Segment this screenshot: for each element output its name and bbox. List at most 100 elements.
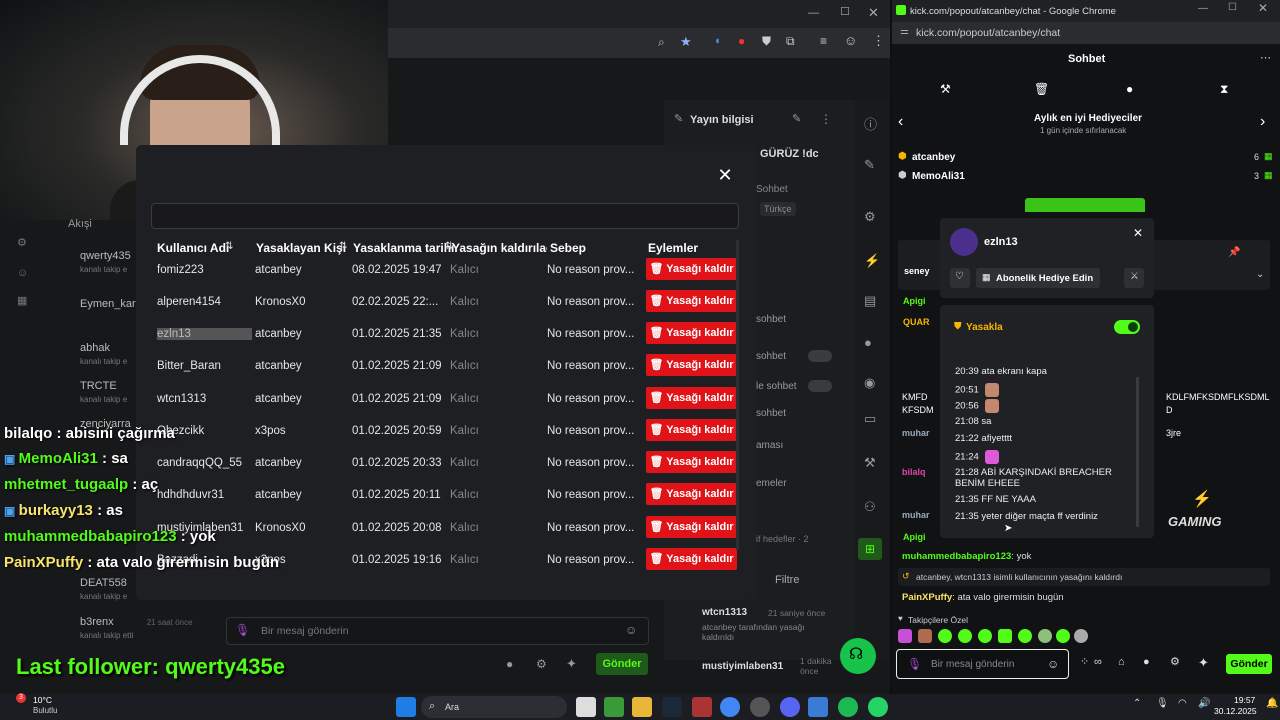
chat-bubble-icon[interactable]: ●	[506, 658, 513, 670]
follower-item[interactable]: b3renx 21 saat önce kanalı takip etti	[80, 616, 210, 640]
sort-icon[interactable]: ⇅	[225, 242, 233, 252]
unban-button[interactable]: 🗑 Yasağı kaldır	[646, 258, 737, 280]
col-header-username[interactable]: Kullanıcı Adı	[157, 241, 229, 255]
puzzle-icon[interactable]: ✦	[566, 657, 577, 670]
green-action-icon[interactable]: ⊞	[858, 538, 882, 560]
infinity-icon[interactable]: ∞	[1094, 657, 1102, 668]
puzzle-icon[interactable]: ✦	[1198, 656, 1209, 669]
unban-button[interactable]: 🗑 Yasağı kaldır	[646, 516, 737, 538]
follow-button[interactable]: ♡	[950, 268, 970, 288]
tv-icon[interactable]: ▭	[864, 412, 876, 425]
unban-button[interactable]: 🗑 Yasağı kaldır	[646, 290, 737, 312]
edit-icon[interactable]: ✎	[864, 158, 875, 171]
cell-user[interactable]: ezln13	[157, 328, 252, 340]
shield-icon[interactable]: ⛊	[762, 35, 771, 47]
modal-search-input[interactable]	[151, 203, 739, 229]
maximize-icon[interactable]: ☐	[840, 7, 850, 18]
obs-icon[interactable]	[750, 697, 770, 717]
col-header-banned-by[interactable]: Yasaklayan Kişi	[256, 241, 346, 255]
chevron-up-icon[interactable]: ⌃	[1133, 699, 1141, 709]
popup-username[interactable]: ezln13	[984, 236, 1018, 248]
gear-icon[interactable]: ⚙	[536, 658, 547, 670]
menu-icon[interactable]: ⋮	[872, 34, 885, 47]
weather-temp[interactable]: 10°C	[33, 695, 52, 705]
gifter-name[interactable]: atcanbey	[912, 152, 955, 163]
gifter-name[interactable]: MemoAli31	[912, 171, 965, 182]
steam-icon[interactable]	[662, 697, 682, 717]
emote-icon[interactable]	[1038, 629, 1052, 643]
chat-username[interactable]: PainXPuffy	[902, 592, 952, 603]
bolt-icon[interactable]: ⚡	[864, 254, 880, 267]
volume-icon[interactable]: 🔊	[1198, 699, 1210, 709]
whatsapp-icon[interactable]	[868, 697, 888, 717]
emote-icon[interactable]	[978, 629, 992, 643]
settings-icon[interactable]: ⚙	[864, 210, 876, 223]
sidebar-icon-1[interactable]: ⚙	[17, 238, 27, 249]
chevron-left-icon[interactable]: ‹	[898, 114, 903, 130]
extension-icon-2[interactable]: ●	[738, 35, 745, 47]
emote-icon[interactable]	[1018, 629, 1032, 643]
site-info-icon[interactable]: ⚌	[900, 27, 909, 37]
doc-icon[interactable]: ▤	[864, 294, 876, 307]
emote-icon[interactable]	[958, 629, 972, 643]
discord-icon[interactable]	[780, 697, 800, 717]
unban-button[interactable]: 🗑 Yasağı kaldır	[646, 451, 737, 473]
playlist-icon[interactable]: ≡	[820, 35, 827, 47]
broadcast-icon[interactable]: ◉	[864, 376, 875, 389]
clock-time[interactable]: 19:57	[1234, 695, 1255, 705]
dashboard-message-input[interactable]: Bir mesaj gönderin 🎙 ☺	[226, 617, 649, 645]
chevron-right-icon[interactable]: ›	[1260, 114, 1265, 130]
sort-icon[interactable]: ⇅	[339, 242, 347, 252]
file-explorer-icon[interactable]	[632, 697, 652, 717]
cell-user[interactable]: candraqqQQ_55	[157, 457, 252, 469]
puzzle-icon[interactable]: ⧉	[786, 35, 795, 47]
taskbar-search[interactable]: ⌕ Ara	[421, 696, 567, 718]
green-banner[interactable]	[1025, 198, 1145, 212]
filter-button[interactable]: Filtre	[775, 574, 799, 586]
modal-close-icon[interactable]: ✕	[716, 166, 734, 184]
windows-start-icon[interactable]	[396, 697, 416, 717]
more-icon[interactable]: ⋮	[820, 113, 832, 125]
sidebar-icon-3[interactable]: ▦	[17, 296, 27, 307]
unban-button[interactable]: 🗑 Yasağı kaldır	[646, 387, 737, 409]
mic-icon[interactable]: 🎙	[907, 658, 922, 670]
chevron-down-icon[interactable]: ⌄	[1256, 270, 1264, 280]
sidebar-icon-2[interactable]: ☺	[17, 268, 28, 279]
chat-send-button[interactable]: Gönder	[1226, 654, 1272, 674]
store-icon[interactable]: ⌂	[1118, 657, 1125, 668]
spotify-icon[interactable]	[838, 697, 858, 717]
emote-icon[interactable]	[918, 629, 932, 643]
edit-icon[interactable]: ✎	[792, 114, 801, 125]
emote-icon[interactable]	[1074, 629, 1088, 643]
zoom-icon[interactable]: ⌕	[658, 36, 665, 48]
toggle-switch[interactable]	[808, 350, 832, 362]
close-icon[interactable]: ✕	[868, 6, 879, 19]
unban-button[interactable]: 🗑 Yasağı kaldır	[646, 354, 737, 376]
cell-user[interactable]: hdhdhduvr31	[157, 489, 252, 501]
cell-user[interactable]: alperen4154	[157, 296, 252, 308]
unban-button[interactable]: 🗑 Yasağı kaldır	[646, 548, 737, 570]
trash-icon[interactable]: 🗑	[1034, 83, 1049, 95]
unban-button[interactable]: 🗑 Yasağı kaldır	[646, 483, 737, 505]
chat-bubble-icon[interactable]: ●	[1126, 83, 1133, 95]
star-icon[interactable]: ★	[680, 35, 692, 48]
maximize-icon[interactable]: ☐	[1228, 3, 1237, 13]
sort-icon[interactable]: ⇅	[445, 242, 453, 252]
ban-toggle[interactable]	[1114, 320, 1140, 334]
info-icon[interactable]: ⓘ	[864, 118, 877, 131]
gear-icon[interactable]: ⚙	[1170, 657, 1180, 668]
valorant-icon[interactable]	[692, 697, 712, 717]
emote-icon[interactable]	[898, 629, 912, 643]
minimize-icon[interactable]: —	[808, 8, 819, 19]
minimize-icon[interactable]: —	[1198, 4, 1208, 14]
chat-input[interactable]: 🎙 Bir mesaj gönderin ☺	[896, 649, 1069, 679]
cell-user[interactable]: Bitter_Baran	[157, 360, 252, 372]
right-address-bar[interactable]: ⚌ kick.com/popout/atcanbey/chat	[892, 22, 1280, 44]
group-icon[interactable]: ⚇	[864, 500, 876, 513]
headset-fab[interactable]: ☊	[840, 638, 876, 674]
mic-icon[interactable]: 🎙	[235, 624, 250, 636]
unban-button[interactable]: 🗑 Yasağı kaldır	[646, 322, 737, 344]
chat-bubble-icon[interactable]: ●	[1143, 657, 1150, 668]
weather-desc[interactable]: Bulutlu	[33, 706, 57, 715]
modal-scrollbar[interactable]	[736, 240, 739, 550]
